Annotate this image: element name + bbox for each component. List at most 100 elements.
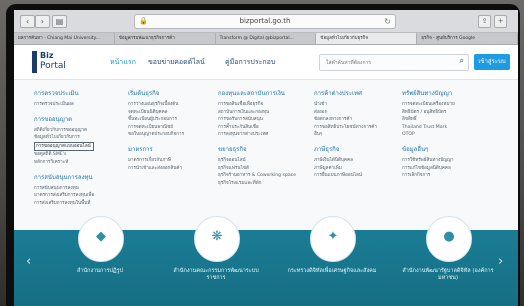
emblem-icon: ✦ [327,229,339,244]
menu-link[interactable]: อื่นๆ [314,131,377,139]
menu-link[interactable]: การตรวจประเมินผล [34,101,94,109]
menu-link[interactable]: ธุรกิจโรงแรมและที่พัก [218,180,296,188]
logo-portal-text: Portal [40,61,66,71]
menu-link[interactable]: ลิขสิทธิ์ [402,116,455,124]
menu-section-title[interactable]: เริ่มต้นธุรกิจ [128,88,184,98]
logo-biz-text: Biz [40,51,54,60]
menu-link[interactable]: ภาษีมูลค่าเพิ่ม [314,165,377,173]
menu-link[interactable]: ข้อตกลงทางการค้า [314,116,377,124]
site-header: Biz Portal หน้าแรก ขอบข่ายคอดต์ไลน์ คู่ม… [14,45,518,80]
menu-link[interactable]: การยื่นแบบภาษีออนไลน์ [314,172,377,180]
menu-column: การค้าต่างประเทศนำเข้า ส่งออก ข้อตกลงทางกา… [314,88,377,180]
menu-link[interactable]: การขอรับการสนับสนุน [218,116,296,124]
agency-logo[interactable]: ● [426,216,472,262]
menu-section-title[interactable]: การสนับสนุนการลงทุน [34,172,94,182]
menu-link[interactable]: การขอสิทธิประโยชน์ทางการค้า [314,124,377,132]
agency-logo[interactable]: ✦ [310,216,356,262]
menu-link[interactable]: ขอดูสถิติ SME's [34,151,94,159]
menu-section-title[interactable]: ขยายธุรกิจ [218,144,296,154]
menu-link[interactable]: การส่งเสริมการลงทุนในพื้นที่ [34,200,94,208]
nav-scope[interactable]: ขอบข่ายคอดต์ไลน์ [148,57,205,68]
agency-logo[interactable]: ◆ [78,216,124,262]
menu-link[interactable]: ข้อมูลทั่วไปเกี่ยวกับการ [34,134,94,142]
menu-section-title[interactable]: มาตรการ [128,144,184,154]
menu-link[interactable]: สถิติเกี่ยวกับการขออนุญาต [34,127,94,135]
menu-link[interactable]: การวางแผนธุรกิจเบื้องต้น [128,101,184,109]
lock-icon: 🔒 [139,17,148,25]
share-icon[interactable]: ⇪ [478,15,491,28]
browser-tab[interactable]: ผลการค้นหา - Chiang Mai University... [14,33,115,44]
address-text: bizportal.go.th [239,17,291,25]
reload-icon[interactable]: ↻ [384,15,391,28]
nav-home[interactable]: หน้าแรก [110,57,136,68]
menu-section-title[interactable]: กองทุนและสถาบันการเงิน [218,88,296,98]
emblem-icon: ◆ [96,229,106,244]
mega-menu: การตรวจประเมินการตรวจประเมินผลการขออนุญา… [14,80,518,230]
carousel-prev-icon[interactable]: ‹ [26,254,31,269]
menu-link[interactable]: ภาษีเงินได้นิติบุคคล [314,157,377,165]
menu-section-title[interactable]: ข้อมูลอื่นๆ [402,144,455,154]
menu-link[interactable]: การค้ำประกันสินเชื่อ [218,124,296,132]
menu-link[interactable]: สถาบันการเงินและกองทุน [218,109,296,117]
agency-label[interactable]: กระทรวงดิจิทัลเพื่อเศรษฐกิจและสังคม [286,268,378,275]
menu-link[interactable]: การนำเข้าและส่งออกสินค้า [128,165,184,173]
browser-tab[interactable]: ข้อมูลกรมพัฒนาธุรกิจการค้า [115,33,216,44]
menu-section-title[interactable]: การตรวจประเมิน [34,88,94,98]
menu-section-title[interactable]: ทรัพย์สินทางปัญญา [402,88,455,98]
forward-button[interactable]: › [35,15,50,28]
emblem-icon: ❋ [211,229,223,244]
menu-link[interactable]: มาตรการเกี่ยวกับภาษี [128,157,184,165]
emblem-icon: ● [443,229,455,244]
browser-screen: ‹ › ▤ 🔒 bizportal.go.th ↻ ⇪ + ผลการค้นหา… [14,10,518,306]
browser-toolbar: ‹ › ▤ 🔒 bizportal.go.th ↻ ⇪ + [14,10,518,33]
menu-link[interactable]: การสนับสนุนการลงทุน [34,185,94,193]
menu-link[interactable]: Thailand Trust Mark [402,124,455,132]
menu-link[interactable]: การจดทะเบียนเครื่องหมาย [402,101,455,109]
nav-guide[interactable]: คู่มือการประกอบ [225,57,275,68]
menu-link[interactable]: มาตรการส่งเสริมการลงทุนเพื่อ [34,192,94,200]
menu-link[interactable]: ธุรกิจออนไลน์ [218,157,296,165]
menu-link[interactable]: ธุรกิจร้านอาหาร & Coworking space [218,172,296,180]
menu-link[interactable]: การแก้ไขข้อมูลนิติบุคคล [402,165,455,173]
menu-link[interactable]: การขอสินเชื่อเพื่อธุรกิจ [218,101,296,109]
menu-link[interactable]: ขอใบอนุญาตประกอบกิจการ [128,131,184,139]
back-button[interactable]: ‹ [20,15,35,28]
browser-tab-active[interactable]: ข้อมูลทั่วไปเกี่ยวกับธุรกิจ [316,33,418,44]
menu-column: เริ่มต้นธุรกิจการวางแผนธุรกิจเบื้องต้น จด… [128,88,184,172]
menu-column: กองทุนและสถาบันการเงินการขอสินเชื่อเพื่อ… [218,88,296,187]
menu-link[interactable]: ขึ้นทะเบียนผู้ประกอบการ [128,116,184,124]
menu-link[interactable]: การขออนุญาตแบบออนไลน์ [34,141,95,152]
search-input[interactable] [324,56,448,70]
agency-label[interactable]: สำนักงานคณะกรรมการพัฒนาระบบราชการ [170,268,262,282]
menu-link[interactable]: นำเข้า [314,101,377,109]
logo-mark-icon [32,51,37,73]
menu-link[interactable]: จดทะเบียนนิติบุคคล [128,109,184,117]
menu-section-title[interactable]: ภาษีธุรกิจ [314,144,377,154]
carousel-next-icon[interactable]: › [498,254,503,269]
address-bar[interactable]: 🔒 bizportal.go.th ↻ [134,14,396,29]
menu-link[interactable]: การจดทะเบียนพาณิชย์ [128,124,184,132]
search-box: ⌕ [319,54,469,71]
menu-link[interactable]: ส่งออก [314,109,377,117]
menu-link[interactable]: การลงทุนจากต่างประเทศ [218,131,296,139]
menu-link[interactable]: การใช้ทรัพย์สินทางปัญญา [402,157,455,165]
agency-label[interactable]: สำนักงานพัฒนารัฐบาลดิจิทัล (องค์การมหาชน… [402,268,494,282]
search-icon[interactable]: ⌕ [460,56,464,66]
agency-logo[interactable]: ❋ [194,216,240,262]
browser-tab[interactable]: ธุรกิจ - ศูนย์บริการ Google [417,33,518,44]
sidebar-toggle-button[interactable]: ▤ [52,15,67,28]
menu-link[interactable]: OTOP [402,131,455,139]
menu-section-title[interactable]: การค้าต่างประเทศ [314,88,377,98]
menu-link[interactable]: สิทธิบัตร / อนุสิทธิบัตร [402,109,455,117]
menu-link[interactable]: หลักการวิเคราะห์ [34,159,94,167]
menu-link[interactable]: ธุรกิจแฟรนไชส์ [218,165,296,173]
browser-tab[interactable]: Transform @ Digital @bizportal... [216,33,317,44]
biz-portal-logo[interactable]: Biz Portal [32,51,82,75]
tab-bar: ผลการค้นหา - Chiang Mai University... ข้… [14,33,518,45]
menu-link[interactable]: การเลิกกิจการ [402,172,455,180]
new-tab-icon[interactable]: + [494,15,507,28]
login-button[interactable]: เข้าสู่ระบบ [474,54,510,70]
menu-section-title[interactable]: การขออนุญาต [34,114,94,124]
agency-carousel: ‹ › ◆ สำนักงานการปฏิรูป ❋ สำนักงานคณะกรร… [14,216,518,306]
agency-label[interactable]: สำนักงานการปฏิรูป [54,268,146,275]
